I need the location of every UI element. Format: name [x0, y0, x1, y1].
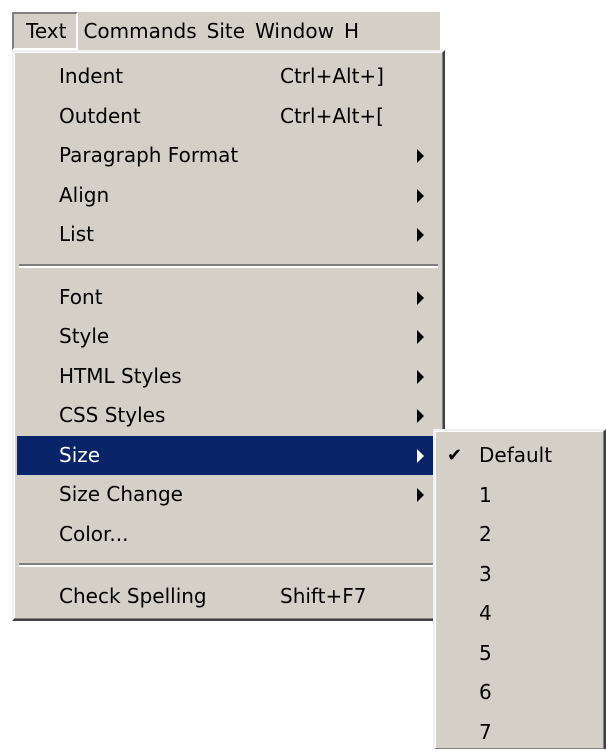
menu-item-style[interactable]: Style	[17, 317, 440, 357]
menu-item-css-styles[interactable]: CSS Styles	[17, 396, 440, 436]
menu-item-label: List	[59, 215, 94, 255]
menu-item-label: Paragraph Format	[59, 136, 238, 176]
size-option-label: 7	[479, 713, 492, 752]
menu-item-label: Style	[59, 317, 109, 357]
menu-item-label: Font	[59, 278, 103, 318]
menu-commands[interactable]: Commands	[78, 12, 201, 50]
menu-item-label: Size	[59, 436, 100, 476]
menu-item-html-styles[interactable]: HTML Styles	[17, 357, 440, 397]
menu-item-size[interactable]: Size	[17, 436, 440, 476]
menu-item-label: HTML Styles	[59, 357, 182, 397]
menu-item-label: Size Change	[59, 475, 183, 515]
menu-item-shortcut: Ctrl+Alt+[	[280, 97, 384, 137]
menu-item-check-spelling[interactable]: Check Spelling Shift+F7	[17, 577, 440, 617]
size-option-2[interactable]: 2	[435, 515, 604, 555]
menu-bar: Text Commands Site Window H	[12, 12, 440, 50]
size-option-7[interactable]: 7	[435, 713, 604, 752]
menu-item-list[interactable]: List	[17, 215, 440, 255]
submenu-arrow-icon	[417, 189, 424, 203]
menu-item-label: Outdent	[59, 97, 141, 137]
size-option-label: 6	[479, 673, 492, 713]
menu-item-outdent[interactable]: Outdent Ctrl+Alt+[	[17, 97, 440, 137]
size-option-default[interactable]: ✔ Default	[435, 436, 604, 476]
size-option-4[interactable]: 4	[435, 594, 604, 634]
size-option-label: Default	[479, 436, 552, 476]
menu-item-color[interactable]: Color...	[17, 515, 440, 555]
submenu-arrow-icon	[417, 409, 424, 423]
menu-window[interactable]: Window	[250, 12, 339, 50]
menu-item-size-change[interactable]: Size Change	[17, 475, 440, 515]
menu-item-shortcut: Shift+F7	[280, 577, 366, 617]
submenu-arrow-icon	[417, 449, 424, 463]
submenu-arrow-icon	[417, 370, 424, 384]
submenu-arrow-icon	[417, 488, 424, 502]
submenu-arrow-icon	[417, 291, 424, 305]
menu-separator	[19, 563, 438, 567]
menu-item-align[interactable]: Align	[17, 176, 440, 216]
menu-item-paragraph-format[interactable]: Paragraph Format	[17, 136, 440, 176]
size-option-6[interactable]: 6	[435, 673, 604, 713]
menu-item-font[interactable]: Font	[17, 278, 440, 318]
menu-item-shortcut: Ctrl+Alt+]	[280, 57, 384, 97]
size-option-label: 2	[479, 515, 492, 555]
menu-item-label: Check Spelling	[59, 577, 207, 617]
menu-help[interactable]: H	[339, 12, 364, 50]
size-option-label: 1	[479, 476, 492, 516]
size-option-3[interactable]: 3	[435, 555, 604, 595]
menu-item-label: Color...	[59, 515, 128, 555]
menu-separator	[19, 264, 438, 268]
menu-item-label: CSS Styles	[59, 396, 165, 436]
size-option-label: 5	[479, 634, 492, 674]
menu-site[interactable]: Site	[202, 12, 250, 50]
size-option-1[interactable]: 1	[435, 476, 604, 516]
menu-item-indent[interactable]: Indent Ctrl+Alt+]	[17, 57, 440, 97]
checkmark-icon: ✔	[447, 436, 462, 476]
submenu-arrow-icon	[417, 149, 424, 163]
submenu-arrow-icon	[417, 228, 424, 242]
menu-text[interactable]: Text	[12, 12, 78, 50]
size-option-label: 4	[479, 594, 492, 634]
size-option-5[interactable]: 5	[435, 634, 604, 674]
submenu-arrow-icon	[417, 330, 424, 344]
size-submenu: ✔ Default 1 2 3 4 5 6 7	[433, 429, 606, 749]
menu-item-label: Align	[59, 176, 109, 216]
menu-item-label: Indent	[59, 57, 123, 97]
text-dropdown-menu: Indent Ctrl+Alt+] Outdent Ctrl+Alt+[ Par…	[12, 50, 445, 621]
size-option-label: 3	[479, 555, 492, 595]
